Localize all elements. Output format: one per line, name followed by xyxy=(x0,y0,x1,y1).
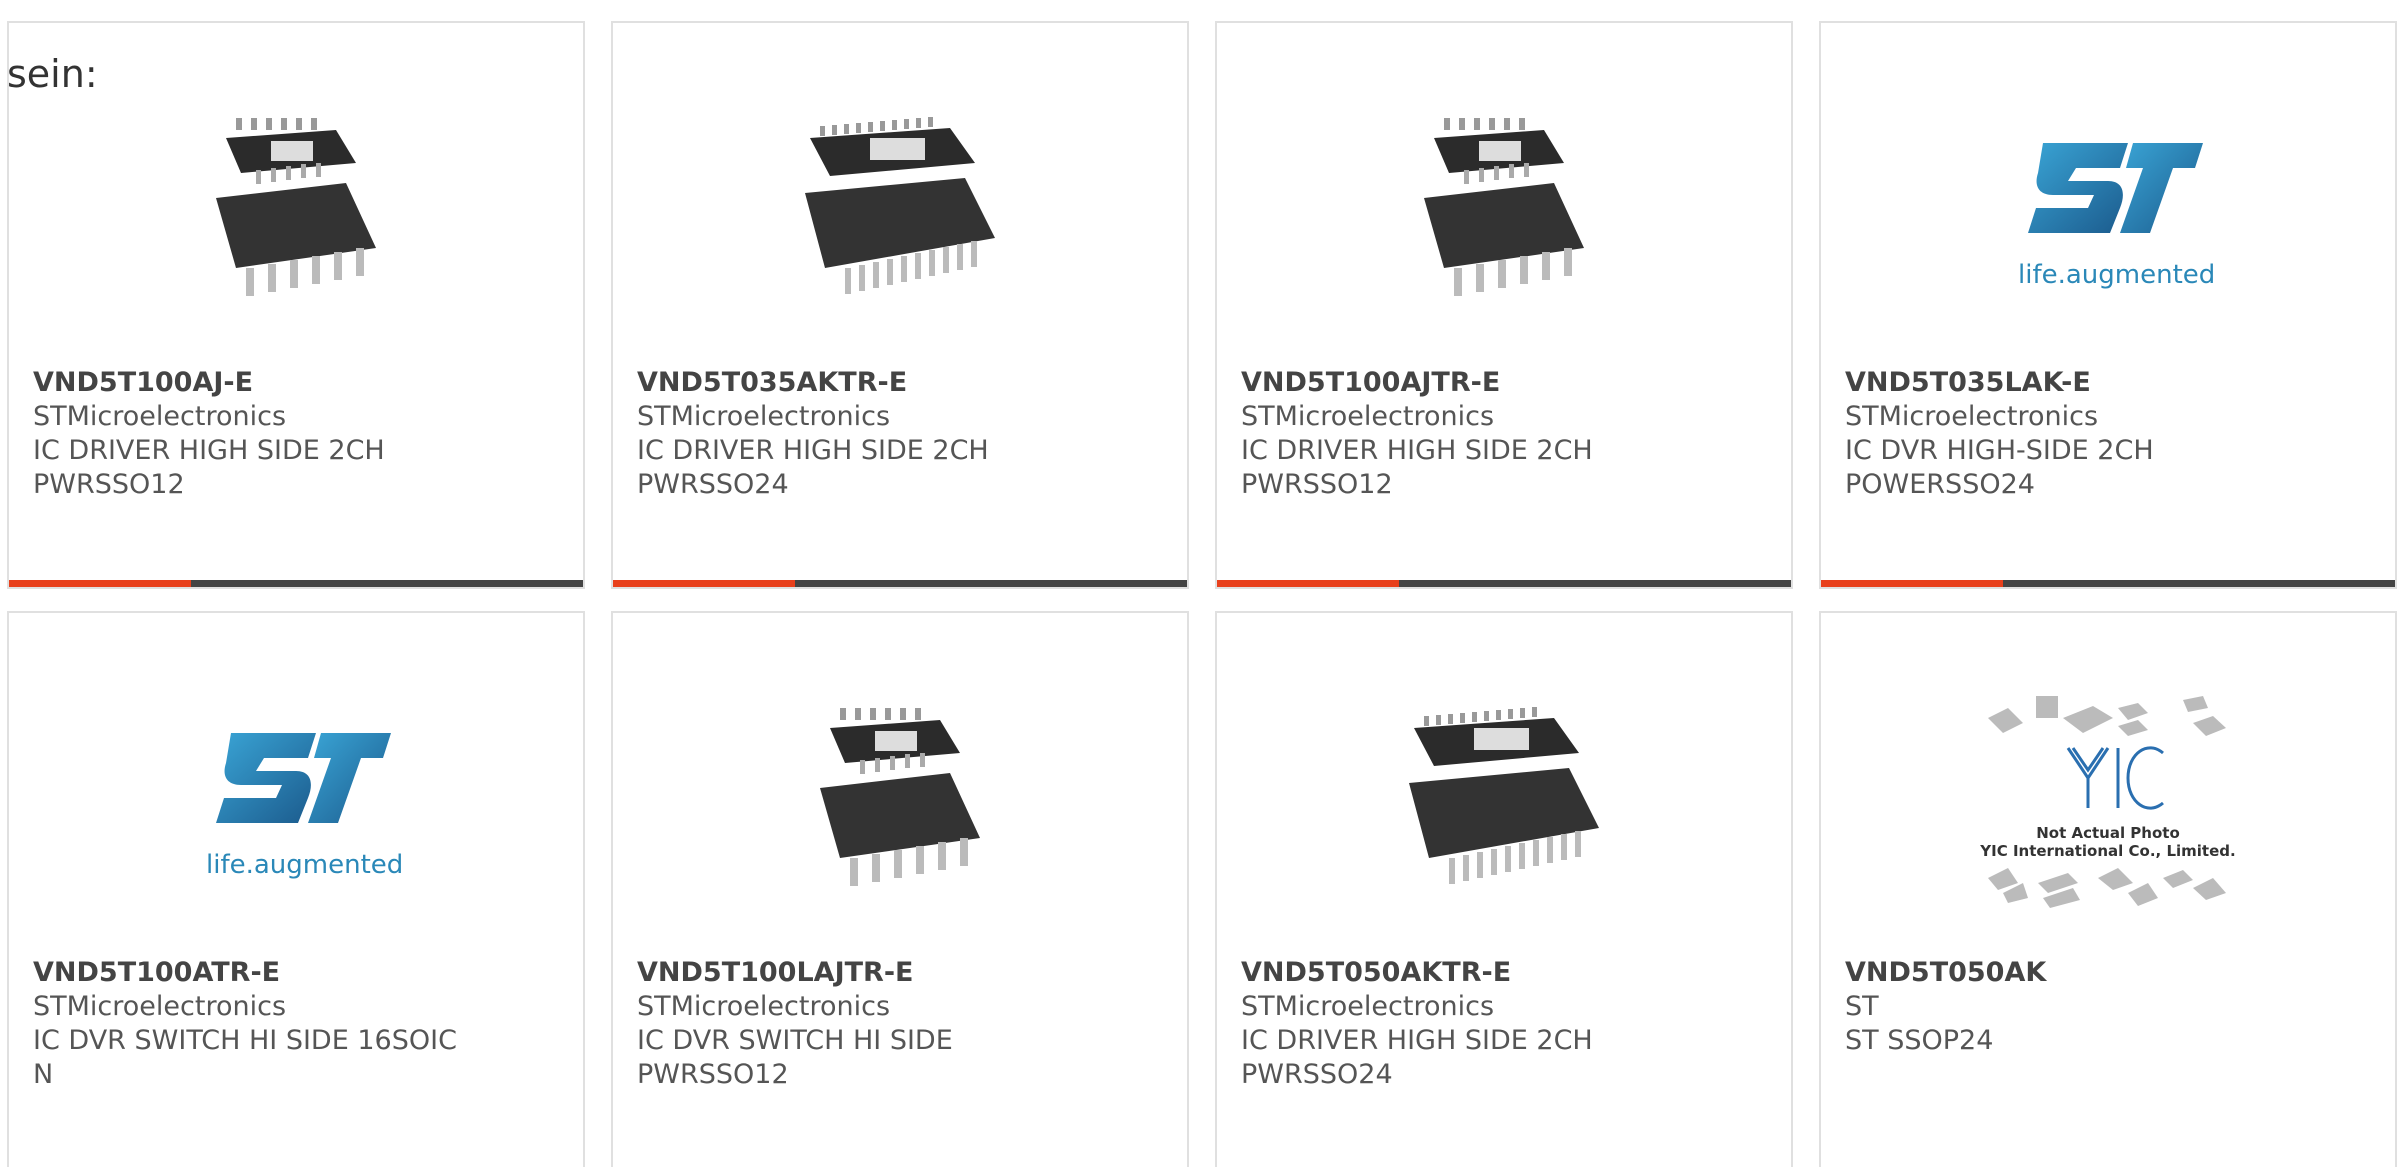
product-info: VND5T100AJ-E STMicroelectronics IC DRIVE… xyxy=(33,366,473,502)
part-number-link[interactable]: VND5T035AKTR-E xyxy=(637,366,1077,400)
product-card[interactable]: Not Actual Photo YIC International Co., … xyxy=(1819,611,2397,1167)
card-bottom-bar xyxy=(613,580,1187,587)
description-line1: IC DRIVER HIGH SIDE 2CH xyxy=(33,435,385,466)
description-line2: PWRSSO12 xyxy=(637,1059,789,1090)
description-line1: IC DVR SWITCH HI SIDE xyxy=(637,1025,953,1056)
description-line2: PWRSSO24 xyxy=(637,469,789,500)
product-grid: VND5T100AJ-E STMicroelectronics IC DRIVE… xyxy=(7,21,2397,1167)
card-accent xyxy=(1217,580,1399,587)
card-bottom-bar xyxy=(1821,580,2395,587)
manufacturer: ST xyxy=(1845,991,1879,1022)
product-info: VND5T035LAK-E STMicroelectronics IC DVR … xyxy=(1845,366,2285,502)
chip-image xyxy=(9,93,583,323)
manufacturer: STMicroelectronics xyxy=(33,401,287,432)
manufacturer: STMicroelectronics xyxy=(1241,991,1495,1022)
st-logo-image: life.augmented xyxy=(9,683,583,913)
card-bottom-bar xyxy=(1217,580,1791,587)
yic-placeholder-image: Not Actual Photo YIC International Co., … xyxy=(1821,683,2395,913)
chip-image xyxy=(1217,683,1791,913)
product-card[interactable]: VND5T100AJ-E STMicroelectronics IC DRIVE… xyxy=(7,21,585,589)
st-logo-image: life.augmented xyxy=(1821,93,2395,323)
description-line1: IC DVR HIGH-SIDE 2CH xyxy=(1845,435,2154,466)
product-info: VND5T050AKTR-E STMicroelectronics IC DRI… xyxy=(1241,956,1681,1092)
product-info: VND5T035AKTR-E STMicroelectronics IC DRI… xyxy=(637,366,1077,502)
part-number-link[interactable]: VND5T100LAJTR-E xyxy=(637,956,1077,990)
manufacturer: STMicroelectronics xyxy=(1241,401,1495,432)
placeholder-note: Not Actual Photo xyxy=(2036,824,2180,842)
logo-text: life.augmented xyxy=(2018,260,2215,290)
description-line2: N xyxy=(33,1059,54,1090)
part-number-link[interactable]: VND5T100AJ-E xyxy=(33,366,473,400)
product-card[interactable]: VND5T100AJTR-E STMicroelectronics IC DRI… xyxy=(1215,21,1793,589)
placeholder-company: YIC International Co., Limited. xyxy=(1979,842,2235,860)
part-number-link[interactable]: VND5T050AKTR-E xyxy=(1241,956,1681,990)
product-info: VND5T050AK ST ST SSOP24 xyxy=(1845,956,2285,1058)
description-line1: IC DRIVER HIGH SIDE 2CH xyxy=(637,435,989,466)
card-accent xyxy=(1821,580,2003,587)
logo-text: life.augmented xyxy=(206,850,403,880)
part-number-link[interactable]: VND5T100ATR-E xyxy=(33,956,473,990)
manufacturer: STMicroelectronics xyxy=(33,991,287,1022)
product-card[interactable]: life.augmented VND5T100ATR-E STMicroelec… xyxy=(7,611,585,1167)
description-line1: IC DVR SWITCH HI SIDE 16SOIC xyxy=(33,1025,457,1056)
part-number-link[interactable]: VND5T050AK xyxy=(1845,956,2285,990)
manufacturer: STMicroelectronics xyxy=(1845,401,2099,432)
product-info: VND5T100ATR-E STMicroelectronics IC DVR … xyxy=(33,956,473,1092)
product-card[interactable]: VND5T100LAJTR-E STMicroelectronics IC DV… xyxy=(611,611,1189,1167)
manufacturer: STMicroelectronics xyxy=(637,401,891,432)
page: sein: VND5T100AJ-E STMicroelectronics IC… xyxy=(0,0,2398,1167)
product-card[interactable]: life.augmented VND5T035LAK-E STMicroelec… xyxy=(1819,21,2397,589)
description-line2: POWERSSO24 xyxy=(1845,469,2035,500)
product-info: VND5T100AJTR-E STMicroelectronics IC DRI… xyxy=(1241,366,1681,502)
description-line1: IC DRIVER HIGH SIDE 2CH xyxy=(1241,435,1593,466)
product-info: VND5T100LAJTR-E STMicroelectronics IC DV… xyxy=(637,956,1077,1092)
description-line1: ST SSOP24 xyxy=(1845,1025,1994,1056)
card-accent xyxy=(613,580,795,587)
part-number-link[interactable]: VND5T100AJTR-E xyxy=(1241,366,1681,400)
chip-image xyxy=(613,683,1187,913)
card-bottom-bar xyxy=(9,580,583,587)
description-line1: IC DRIVER HIGH SIDE 2CH xyxy=(1241,1025,1593,1056)
manufacturer: STMicroelectronics xyxy=(637,991,891,1022)
chip-image xyxy=(613,93,1187,323)
part-number-link[interactable]: VND5T035LAK-E xyxy=(1845,366,2285,400)
product-card[interactable]: VND5T035AKTR-E STMicroelectronics IC DRI… xyxy=(611,21,1189,589)
description-line2: PWRSSO12 xyxy=(1241,469,1393,500)
intro-text: sein: xyxy=(7,52,98,96)
product-card[interactable]: VND5T050AKTR-E STMicroelectronics IC DRI… xyxy=(1215,611,1793,1167)
description-line2: PWRSSO24 xyxy=(1241,1059,1393,1090)
chip-image xyxy=(1217,93,1791,323)
description-line2: PWRSSO12 xyxy=(33,469,185,500)
card-accent xyxy=(9,580,191,587)
